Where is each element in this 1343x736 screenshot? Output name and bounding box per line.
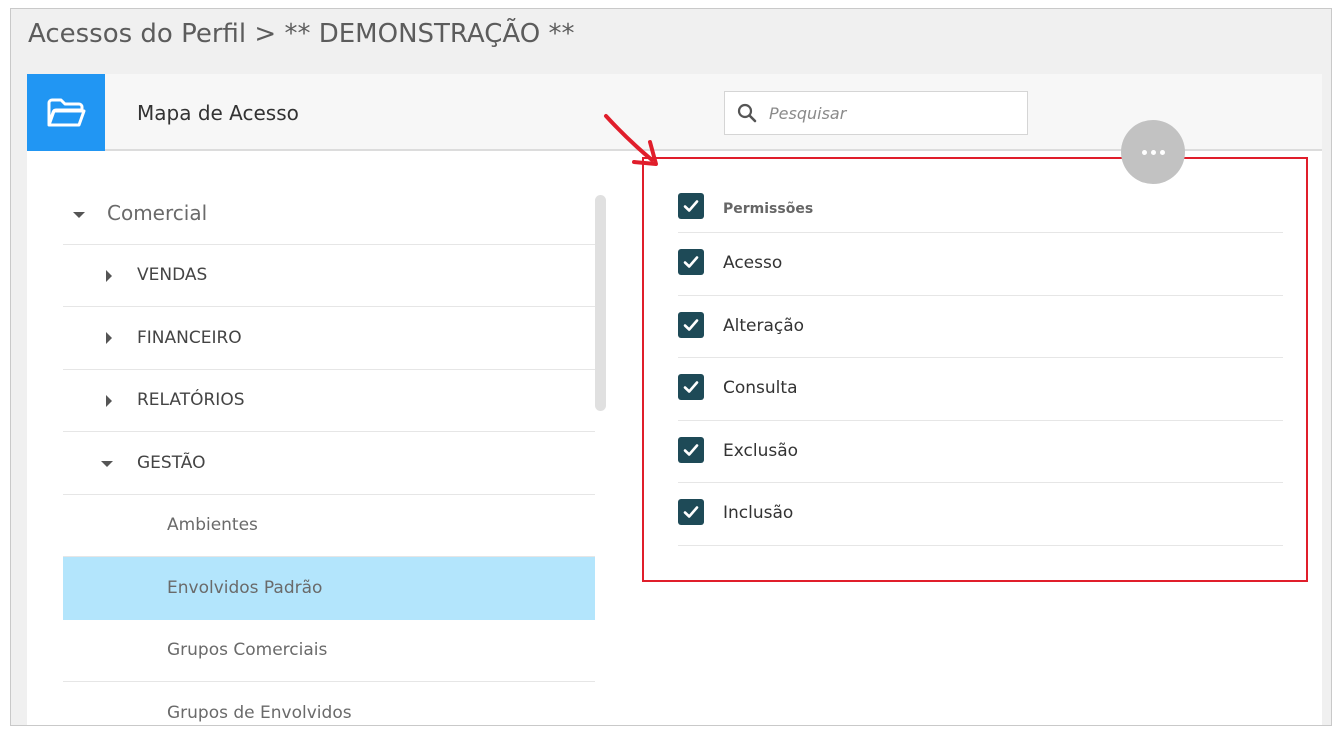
permission-label: Inclusão xyxy=(723,503,794,523)
permission-label: Alteração xyxy=(723,315,805,336)
tree-item-grupos-de-envolvidos[interactable]: Grupos de Envolvidos xyxy=(63,682,595,725)
caret-down-icon[interactable] xyxy=(101,461,113,467)
permission-checkbox[interactable] xyxy=(678,436,704,463)
tree-item-envolvidos-padrao[interactable]: Envolvidos Padrão xyxy=(63,557,595,620)
permission-row-alteracao: Alteração xyxy=(678,296,1283,358)
permission-checkbox[interactable] xyxy=(678,249,704,275)
folder-open-icon xyxy=(27,74,105,151)
check-icon xyxy=(683,381,699,393)
more-horizontal-icon xyxy=(1141,149,1147,155)
permission-row-inclusao: Inclusão xyxy=(678,483,1283,546)
tree-item-financeiro[interactable]: FINANCEIRO xyxy=(63,307,595,370)
more-dot xyxy=(1159,149,1165,155)
search-box[interactable] xyxy=(724,91,1028,135)
permission-checkbox[interactable] xyxy=(678,374,704,400)
tree-item-label: VENDAS xyxy=(137,265,208,286)
permission-row-consulta: Consulta xyxy=(678,358,1283,421)
annotation-arrow-icon xyxy=(604,114,658,166)
tree-item-label: Grupos Comerciais xyxy=(167,640,328,661)
page-title: Acessos do Perfil > ** DEMONSTRAÇÃO ** xyxy=(28,19,575,49)
permission-label: Acesso xyxy=(723,253,783,273)
search-icon xyxy=(725,91,769,135)
select-all-checkbox[interactable] xyxy=(678,193,704,219)
tree-item-label: Grupos de Envolvidos xyxy=(167,703,352,724)
caret-down-icon[interactable] xyxy=(73,212,85,218)
more-options-button[interactable] xyxy=(1121,120,1185,184)
check-icon xyxy=(683,318,699,331)
check-icon xyxy=(683,256,699,268)
check-icon xyxy=(683,506,699,518)
permissions-header-row: Permissões xyxy=(678,177,1283,233)
check-icon xyxy=(683,443,699,456)
tree-item-ambientes[interactable]: Ambientes xyxy=(63,495,595,557)
tree-item-label: GESTÃO xyxy=(137,452,206,473)
caret-right-icon[interactable] xyxy=(106,269,112,282)
permissions-list: Permissões Acesso Alteração Consulta Exc… xyxy=(678,177,1283,546)
caret-right-icon[interactable] xyxy=(106,394,112,407)
tree-item-relatorios[interactable]: RELATÓRIOS xyxy=(63,370,595,432)
permissions-header-label: Permissões xyxy=(723,201,814,217)
more-dot xyxy=(1150,149,1156,155)
search-input[interactable] xyxy=(769,103,1009,123)
tree-item-label: Comercial xyxy=(107,200,208,225)
tree-item-label: RELATÓRIOS xyxy=(137,390,245,411)
permission-label: Exclusão xyxy=(723,440,799,461)
permission-row-exclusao: Exclusão xyxy=(678,421,1283,483)
tree-item-vendas[interactable]: VENDAS xyxy=(63,245,595,307)
permission-checkbox[interactable] xyxy=(678,311,704,338)
tree-item-gestao[interactable]: GESTÃO xyxy=(63,432,595,495)
tree-item-grupos-comerciais[interactable]: Grupos Comerciais xyxy=(63,620,595,682)
access-tree: Comercial VENDAS FINANCEIRO RELATÓRIOS G… xyxy=(63,182,595,725)
tree-scrollbar[interactable] xyxy=(595,195,606,411)
tree-item-comercial[interactable]: Comercial xyxy=(63,182,595,245)
permission-label: Consulta xyxy=(723,378,798,398)
panel-title: Mapa de Acesso xyxy=(137,101,299,125)
permission-checkbox[interactable] xyxy=(678,499,704,525)
caret-right-icon[interactable] xyxy=(106,332,112,344)
check-icon xyxy=(683,200,699,212)
tree-item-label: FINANCEIRO xyxy=(137,327,242,348)
tree-item-label: Envolvidos Padrão xyxy=(167,577,323,598)
tree-item-label: Ambientes xyxy=(167,515,258,536)
permission-row-acesso: Acesso xyxy=(678,233,1283,296)
